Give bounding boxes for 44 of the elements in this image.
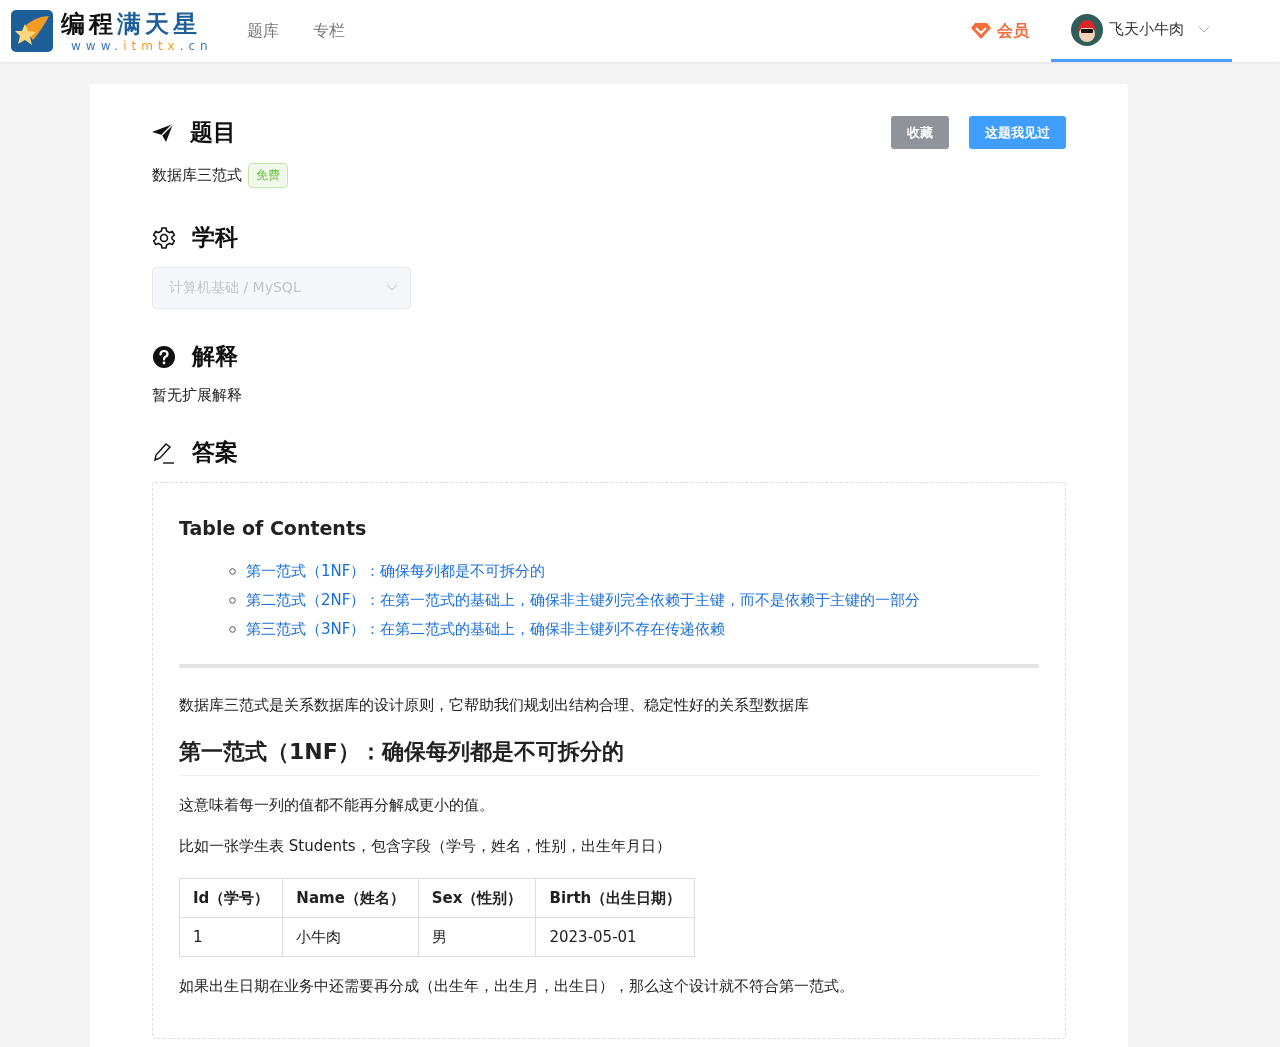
content-heading: 第一范式（1NF）：确保每列都是不可拆分的	[179, 737, 1039, 776]
explanation-text: 暂无扩展解释	[152, 386, 243, 405]
gear-icon	[152, 225, 176, 250]
table-header: Sex（性别）	[418, 878, 536, 918]
user-menu[interactable]: 飞天小牛肉	[1051, 0, 1232, 62]
section-heading: 解释	[192, 342, 238, 371]
paper-plane-icon	[152, 122, 174, 143]
star-logo-icon	[11, 10, 53, 52]
table-cell: 小牛肉	[282, 917, 419, 957]
bullet-icon	[229, 626, 236, 633]
section-heading: 学科	[192, 223, 238, 252]
toc-title: Table of Contents	[179, 517, 368, 539]
pencil-icon	[152, 440, 176, 465]
section-heading: 题目	[190, 118, 236, 147]
paragraph: 数据库三范式是关系数据库的设计原则，它帮助我们规划出结构合理、稳定性好的关系型数据库	[179, 696, 810, 715]
chevron-down-icon	[386, 284, 398, 292]
question-mark-icon	[152, 344, 176, 369]
paragraph: 比如一张学生表 Students，包含字段（学号，姓名，性别，出生年月日）	[179, 837, 672, 856]
nav-link[interactable]: 专栏	[308, 4, 349, 58]
table-cell: 2023-05-01	[535, 917, 695, 957]
diamond-icon	[971, 22, 991, 40]
action-button[interactable]: 这题我见过	[969, 116, 1066, 149]
logo-url: www.itmtx.cn	[70, 38, 213, 53]
toc-link[interactable]: 第三范式（3NF）：在第二范式的基础上，确保非主键列不存在传递依赖	[246, 620, 726, 639]
avatar-icon	[1071, 13, 1103, 46]
paragraph: 如果出生日期在业务中还需要再分成（出生年，出生月，出生日），那么这个设计就不符合第一范式。	[179, 977, 855, 996]
table-cell: 1	[179, 917, 283, 957]
chevron-down-icon	[1198, 25, 1210, 34]
section-heading: 答案	[192, 438, 238, 467]
table-cell: 男	[418, 917, 536, 957]
bullet-icon	[229, 597, 236, 604]
table-header: Birth（出生日期）	[535, 878, 695, 918]
bullet-icon	[229, 568, 236, 575]
table-header: Id（学号）	[179, 878, 283, 918]
vip-link[interactable]: 会员	[997, 20, 1029, 42]
table-header: Name（姓名）	[282, 878, 419, 918]
paragraph: 这意味着每一列的值都不能再分解成更小的值。	[179, 796, 495, 815]
nav-link[interactable]: 题库	[242, 4, 283, 58]
free-tag: 免费	[248, 163, 288, 188]
action-button[interactable]: 收藏	[891, 116, 949, 149]
toc-link[interactable]: 第一范式（1NF）：确保每列都是不可拆分的	[246, 562, 546, 581]
logo-title: 编程满天星	[61, 9, 202, 38]
question-title: 数据库三范式	[152, 166, 242, 185]
toc-link[interactable]: 第二范式（2NF）：在第一范式的基础上，确保非主键列完全依赖于主键，而不是依赖于主键的一部分	[246, 591, 921, 610]
